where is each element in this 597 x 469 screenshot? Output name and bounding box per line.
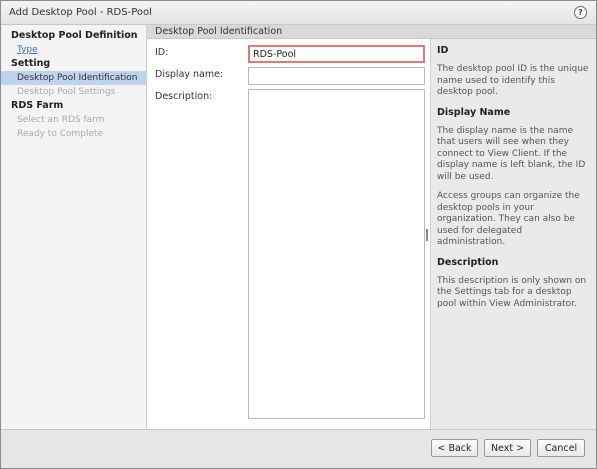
help-heading-description: Description	[437, 256, 499, 268]
help-heading-id: ID	[437, 45, 449, 56]
help-heading-display-name: Display Name	[437, 106, 511, 118]
panel-splitter-handle[interactable]	[426, 229, 428, 241]
help-text-access-groups: Access groups can organize the desktop p…	[437, 191, 580, 247]
sidebar-item-select-rds-farm: Select an RDS farm	[17, 115, 105, 125]
sidebar-section-rds-farm: RDS Farm	[11, 100, 64, 111]
page-title: Desktop Pool Identification	[155, 26, 283, 37]
next-button[interactable]: Next >	[484, 439, 531, 457]
wizard-sidebar: Desktop Pool Definition Type Setting Des…	[1, 25, 147, 429]
identification-form: ID: Display name: Description:	[147, 39, 430, 429]
help-panel: ID The desktop pool ID is the unique nam…	[430, 39, 596, 429]
wizard-footer: < Back Next > Cancel	[1, 429, 596, 468]
window-title: Add Desktop Pool - RDS-Pool	[9, 7, 152, 18]
cancel-button[interactable]: Cancel	[537, 439, 585, 457]
help-text-description: This description is only shown on the Se…	[437, 275, 587, 309]
sidebar-item-ready-to-complete: Ready to Complete	[17, 129, 104, 139]
display-name-label: Display name:	[155, 69, 224, 80]
back-button[interactable]: < Back	[431, 439, 478, 457]
id-label: ID:	[155, 47, 169, 58]
page-header: Desktop Pool Identification	[147, 25, 596, 39]
display-name-input[interactable]	[248, 67, 425, 85]
id-input[interactable]	[248, 45, 425, 63]
sidebar-item-desktop-pool-identification[interactable]: Desktop Pool Identification	[1, 71, 147, 85]
help-text-display-name: The display name is the name that users …	[437, 125, 586, 182]
sidebar-section-desktop-pool-definition: Desktop Pool Definition	[11, 30, 138, 41]
help-text-id: The desktop pool ID is the unique name u…	[437, 64, 589, 97]
description-label: Description:	[155, 91, 213, 102]
add-desktop-pool-dialog: Add Desktop Pool - RDS-Pool ? Desktop Po…	[0, 0, 597, 469]
sidebar-item-desktop-pool-settings: Desktop Pool Settings	[17, 87, 116, 97]
sidebar-section-setting: Setting	[11, 58, 51, 69]
description-textarea[interactable]	[248, 89, 425, 419]
title-bar: Add Desktop Pool - RDS-Pool ?	[1, 1, 596, 25]
sidebar-item-type[interactable]: Type	[1, 43, 147, 57]
help-icon[interactable]: ?	[574, 6, 587, 19]
